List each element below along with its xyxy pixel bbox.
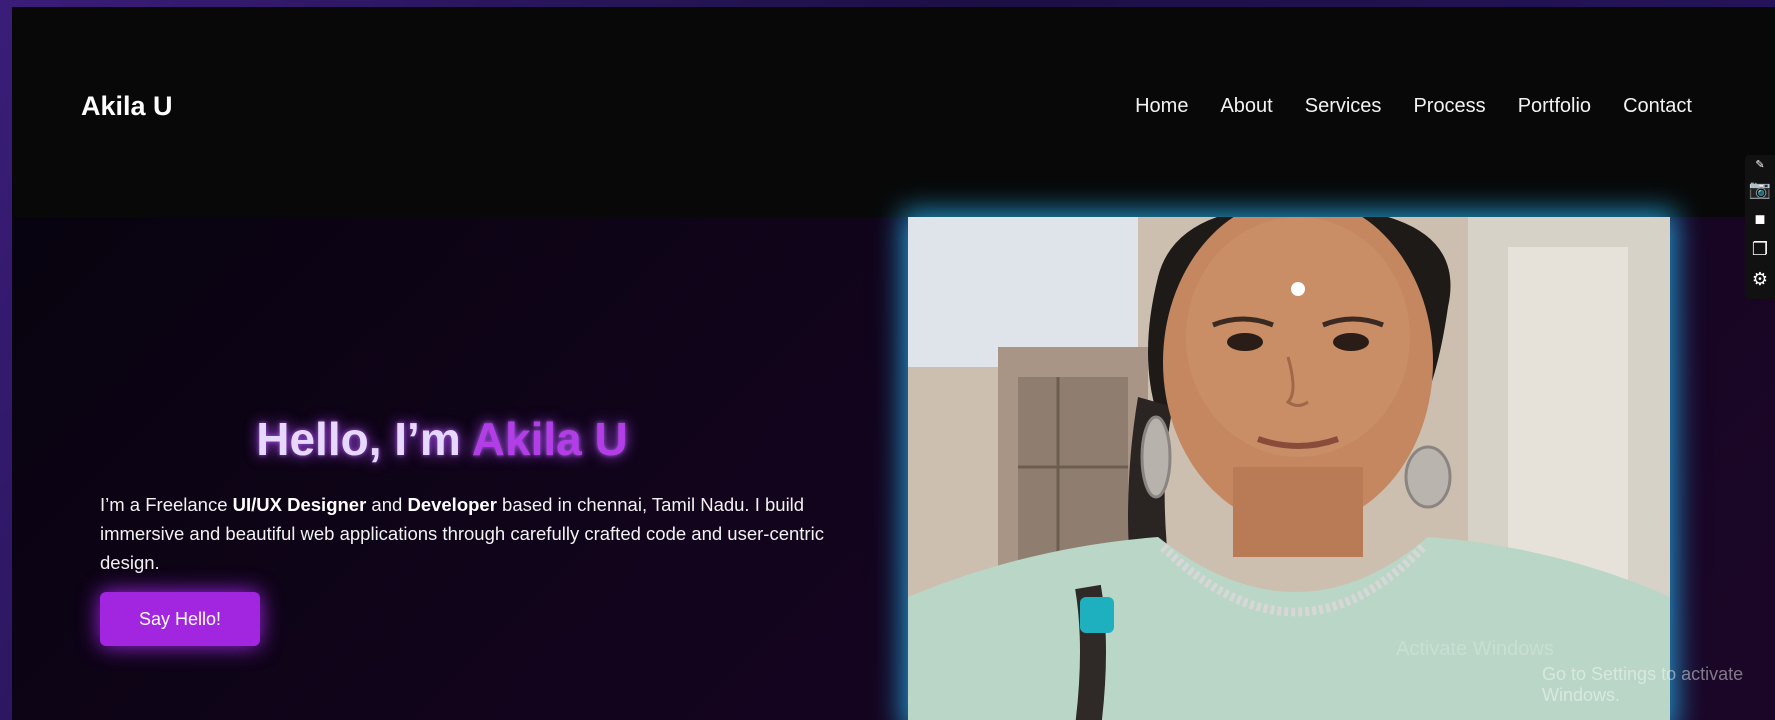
nav-services[interactable]: Services: [1305, 95, 1382, 118]
profile-photo-illustration: [908, 217, 1670, 720]
portfolio-page: Akila U Home About Services Process Port…: [12, 7, 1775, 720]
nav-process[interactable]: Process: [1413, 95, 1485, 118]
capture-toolbar: ✎ 📷 ■ ❐ ⚙: [1745, 155, 1775, 299]
desc-part-1: I’m a Freelance: [100, 494, 233, 515]
hero-title: Hello, I’m Akila U: [12, 412, 872, 466]
main-nav: Home About Services Process Portfolio Co…: [1135, 95, 1692, 118]
window-icon[interactable]: ❐: [1752, 237, 1768, 261]
camera-icon[interactable]: 📷: [1749, 177, 1771, 201]
profile-photo: [908, 217, 1670, 720]
nav-portfolio[interactable]: Portfolio: [1518, 95, 1591, 118]
desc-role-developer: Developer: [407, 494, 497, 515]
windows-watermark-subtitle: Go to Settings to activate Windows.: [1542, 664, 1744, 705]
video-icon[interactable]: ■: [1755, 207, 1766, 231]
hero-title-prefix: Hello, I’m: [256, 413, 472, 465]
say-hello-button[interactable]: Say Hello!: [100, 592, 260, 646]
windows-watermark-title: Activate Windows: [1396, 638, 1554, 660]
hero-title-name: Akila U: [471, 413, 628, 465]
desc-role-uiux: UI/UX Designer: [232, 494, 367, 515]
pin-icon[interactable]: ✎: [1755, 159, 1764, 171]
nav-contact[interactable]: Contact: [1623, 95, 1692, 118]
nav-about[interactable]: About: [1220, 95, 1272, 118]
brand-logo[interactable]: Akila U: [81, 91, 173, 122]
desc-part-2: and: [366, 494, 408, 515]
hero-description: I’m a Freelance UI/UX Designer and Devel…: [100, 490, 880, 577]
navbar: Akila U Home About Services Process Port…: [12, 7, 1775, 217]
gear-icon[interactable]: ⚙: [1752, 267, 1768, 291]
nav-home[interactable]: Home: [1135, 95, 1188, 118]
